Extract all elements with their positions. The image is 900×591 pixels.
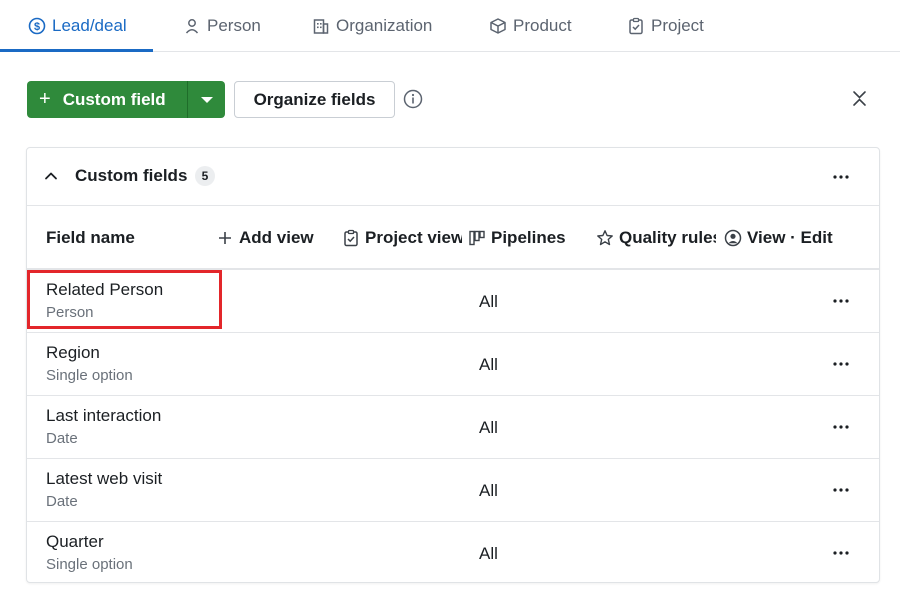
column-label: Field name [46, 228, 135, 247]
column-label: Pipelines [491, 228, 566, 247]
box-icon [489, 17, 507, 35]
user-circle-icon [724, 229, 742, 247]
field-name: Quarter [46, 532, 104, 551]
field-name: Region [46, 343, 100, 362]
table-row[interactable]: Related Person Person All [27, 270, 879, 333]
close-icon[interactable] [851, 90, 868, 107]
table-row[interactable]: Quarter Single option All [27, 522, 879, 585]
tab-label: Project [651, 16, 704, 35]
table-row[interactable]: Latest web visit Date All [27, 459, 879, 522]
column-label: Project view [365, 228, 462, 247]
clipboard-check-icon [627, 17, 645, 35]
tab-organization[interactable]: Organization [312, 0, 432, 52]
tab-label: Product [513, 16, 572, 35]
table-row[interactable]: Region Single option All [27, 333, 879, 396]
active-tab-indicator [0, 49, 153, 52]
tab-project[interactable]: Project [627, 0, 704, 52]
field-type: Date [46, 430, 78, 447]
custom-field-button-group: + Custom field [27, 81, 225, 118]
pipelines-value: All [479, 418, 498, 437]
field-name: Latest web visit [46, 469, 163, 488]
info-icon[interactable] [403, 89, 423, 109]
field-type: Single option [46, 367, 133, 384]
row-more-options-icon[interactable] [831, 354, 851, 374]
add-custom-field-button[interactable]: + Custom field [27, 81, 187, 118]
table-header: Field name Add view Project view Pipelin… [27, 206, 879, 270]
organize-fields-button[interactable]: Organize fields [234, 81, 395, 118]
row-more-options-icon[interactable] [831, 480, 851, 500]
row-more-options-icon[interactable] [831, 543, 851, 563]
column-field-name: Field name [46, 228, 135, 248]
svg-text:$: $ [34, 21, 40, 33]
row-more-options-icon[interactable] [831, 291, 851, 311]
field-name: Last interaction [46, 406, 162, 425]
pipelines-value: All [479, 292, 498, 311]
column-label: Quality rules [619, 228, 716, 247]
clipboard-check-icon [342, 229, 360, 247]
column-project-view[interactable]: Project view [342, 228, 462, 248]
custom-fields-card: Custom fields 5 Field name Add view Proj… [26, 147, 880, 583]
entity-tabs: $ Lead/deal Person Organization Product … [0, 0, 900, 52]
column-quality-rules[interactable]: Quality rules [596, 228, 716, 248]
chevron-up-icon[interactable] [43, 168, 59, 184]
field-count-badge: 5 [195, 166, 215, 186]
tab-label: Organization [336, 16, 433, 35]
plus-icon [216, 229, 234, 247]
tab-label: Person [207, 16, 261, 35]
field-type: Person [46, 304, 94, 321]
add-view-button[interactable]: Add view [216, 228, 314, 248]
column-label: View · Edit [747, 228, 833, 247]
custom-field-dropdown-button[interactable] [187, 81, 225, 118]
dollar-circle-icon: $ [28, 17, 46, 35]
tab-label: Lead/deal [52, 16, 127, 35]
column-view-edit[interactable]: View · Edit [724, 228, 833, 248]
row-more-options-icon[interactable] [831, 417, 851, 437]
field-type: Date [46, 493, 78, 510]
star-icon [596, 229, 614, 247]
field-name: Related Person [46, 280, 164, 299]
column-label: Add view [239, 228, 314, 247]
tab-product[interactable]: Product [489, 0, 572, 52]
pipelines-value: All [479, 544, 498, 563]
building-icon [312, 17, 330, 35]
custom-field-label: Custom field [62, 89, 166, 109]
pipelines-value: All [479, 481, 498, 500]
card-header: Custom fields 5 [27, 148, 879, 206]
field-type: Single option [46, 556, 133, 573]
table-row[interactable]: Last interaction Date All [27, 396, 879, 459]
card-title: Custom fields [75, 166, 188, 185]
tab-person[interactable]: Person [183, 0, 261, 52]
person-icon [183, 17, 201, 35]
pipelines-value: All [479, 355, 498, 374]
more-options-icon[interactable] [831, 167, 851, 187]
plus-icon: + [39, 88, 51, 110]
caret-down-icon [200, 96, 213, 103]
tab-lead-deal[interactable]: $ Lead/deal [28, 0, 127, 52]
column-pipelines[interactable]: Pipelines [468, 228, 566, 248]
pipelines-icon [468, 229, 486, 247]
